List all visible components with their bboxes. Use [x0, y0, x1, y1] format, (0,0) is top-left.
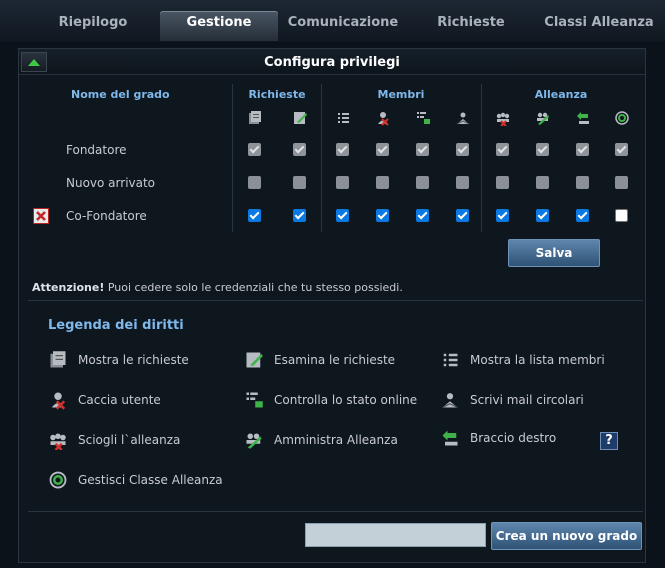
legend-label: Caccia utente — [78, 393, 161, 407]
privilege-checkbox — [456, 143, 469, 156]
privilege-checkbox[interactable] — [416, 209, 429, 222]
divider — [28, 511, 643, 512]
manage-alliance-icon — [535, 110, 551, 126]
legend-label: Esamina le richieste — [274, 353, 396, 367]
right-hand-icon — [575, 110, 591, 126]
privilege-checkbox — [336, 143, 349, 156]
group-header-richieste: Richieste — [248, 88, 306, 101]
show-requests-icon — [247, 110, 263, 126]
column-divider — [232, 84, 233, 232]
rank-name-co-fondatore: Co-Fondatore — [66, 209, 147, 223]
privilege-checkbox — [248, 176, 261, 189]
privilege-checkbox — [496, 176, 509, 189]
legend-label: Amministra Alleanza — [274, 433, 398, 447]
privilege-checkbox — [576, 143, 589, 156]
privilege-checkbox — [293, 176, 306, 189]
examine-requests-icon — [292, 110, 308, 126]
tab-richieste[interactable]: Richieste — [410, 11, 532, 41]
privilege-checkbox[interactable] — [456, 209, 469, 222]
divider — [28, 300, 643, 301]
privilege-checkbox[interactable] — [336, 209, 349, 222]
legend-label: Mostra le richieste — [78, 353, 189, 367]
legend-title: Legenda dei diritti — [48, 318, 184, 333]
save-button[interactable]: Salva — [508, 239, 600, 267]
privilege-checkbox[interactable] — [293, 209, 306, 222]
warning-label: Attenzione! — [32, 281, 105, 294]
privilege-checkbox[interactable] — [248, 209, 261, 222]
delete-rank-button[interactable] — [33, 208, 49, 224]
privilege-checkbox — [536, 143, 549, 156]
privilege-checkbox[interactable] — [496, 209, 509, 222]
legend-label: Sciogli l`alleanza — [78, 433, 181, 447]
online-status-icon — [415, 110, 431, 126]
tab-classi-alleanza[interactable]: Classi Alleanza — [538, 11, 660, 41]
tab-comunicazione[interactable]: Comunicazione — [282, 11, 404, 41]
rank-name-fondatore: Fondatore — [66, 143, 127, 157]
legend-label: Mostra la lista membri — [470, 353, 605, 367]
privilege-checkbox — [293, 143, 306, 156]
privilege-checkbox — [376, 176, 389, 189]
alliance-class-icon — [614, 110, 630, 126]
right-hand-icon — [440, 428, 460, 448]
privilege-checkbox — [376, 143, 389, 156]
dissolve-alliance-icon — [48, 430, 68, 450]
dissolve-alliance-icon — [495, 110, 511, 126]
privilege-checkbox — [336, 176, 349, 189]
warning-text: Puoi cedere solo le credenziali che tu s… — [104, 281, 403, 294]
privilege-checkbox — [615, 143, 628, 156]
privilege-checkbox — [576, 176, 589, 189]
group-header-alleanza: Alleanza — [534, 88, 588, 101]
create-grade-button[interactable]: Crea un nuovo grado — [491, 522, 642, 550]
legend-label: Scrivi mail circolari — [470, 393, 584, 407]
examine-requests-icon — [244, 350, 264, 370]
kick-user-icon — [48, 390, 68, 410]
privilege-checkbox[interactable] — [536, 209, 549, 222]
show-requests-icon — [48, 350, 68, 370]
legend-label: Braccio destro — [470, 431, 557, 445]
privilege-checkbox[interactable] — [376, 209, 389, 222]
privilege-checkbox — [456, 176, 469, 189]
privilege-checkbox — [416, 143, 429, 156]
section-title: Configura privilegi — [264, 55, 400, 70]
privilege-checkbox — [536, 176, 549, 189]
tab-bar: Riepilogo Gestione Comunicazione Richies… — [0, 0, 665, 42]
member-list-icon — [440, 350, 460, 370]
circular-mail-icon — [440, 390, 460, 410]
circular-mail-icon — [455, 110, 471, 126]
column-divider — [481, 84, 482, 232]
new-grade-name-input[interactable] — [305, 523, 486, 547]
manage-alliance-icon — [244, 430, 264, 450]
group-header-membri: Membri — [377, 88, 425, 101]
online-status-icon — [244, 390, 264, 410]
alliance-class-icon — [48, 470, 68, 490]
privilege-checkbox — [615, 176, 628, 189]
rank-name-header: Nome del grado — [71, 88, 170, 101]
rank-name-nuovo-arrivato: Nuovo arrivato — [66, 176, 156, 190]
help-button[interactable]: ? — [600, 432, 618, 450]
legend-label: Controlla lo stato online — [274, 393, 418, 407]
privilege-checkbox — [416, 176, 429, 189]
privilege-checkbox — [248, 143, 261, 156]
kick-user-icon — [375, 110, 391, 126]
section-header: Configura privilegi — [19, 49, 645, 75]
tab-gestione[interactable]: Gestione — [160, 11, 278, 41]
privilege-checkbox — [496, 143, 509, 156]
tab-riepilogo[interactable]: Riepilogo — [32, 11, 154, 41]
privilege-checkbox[interactable] — [576, 209, 589, 222]
privilege-checkbox[interactable] — [615, 209, 628, 222]
column-divider — [321, 84, 322, 232]
legend-label: Gestisci Classe Alleanza — [78, 473, 223, 487]
member-list-icon — [335, 110, 351, 126]
warning-message: Attenzione! Puoi cedere solo le credenzi… — [32, 281, 403, 294]
